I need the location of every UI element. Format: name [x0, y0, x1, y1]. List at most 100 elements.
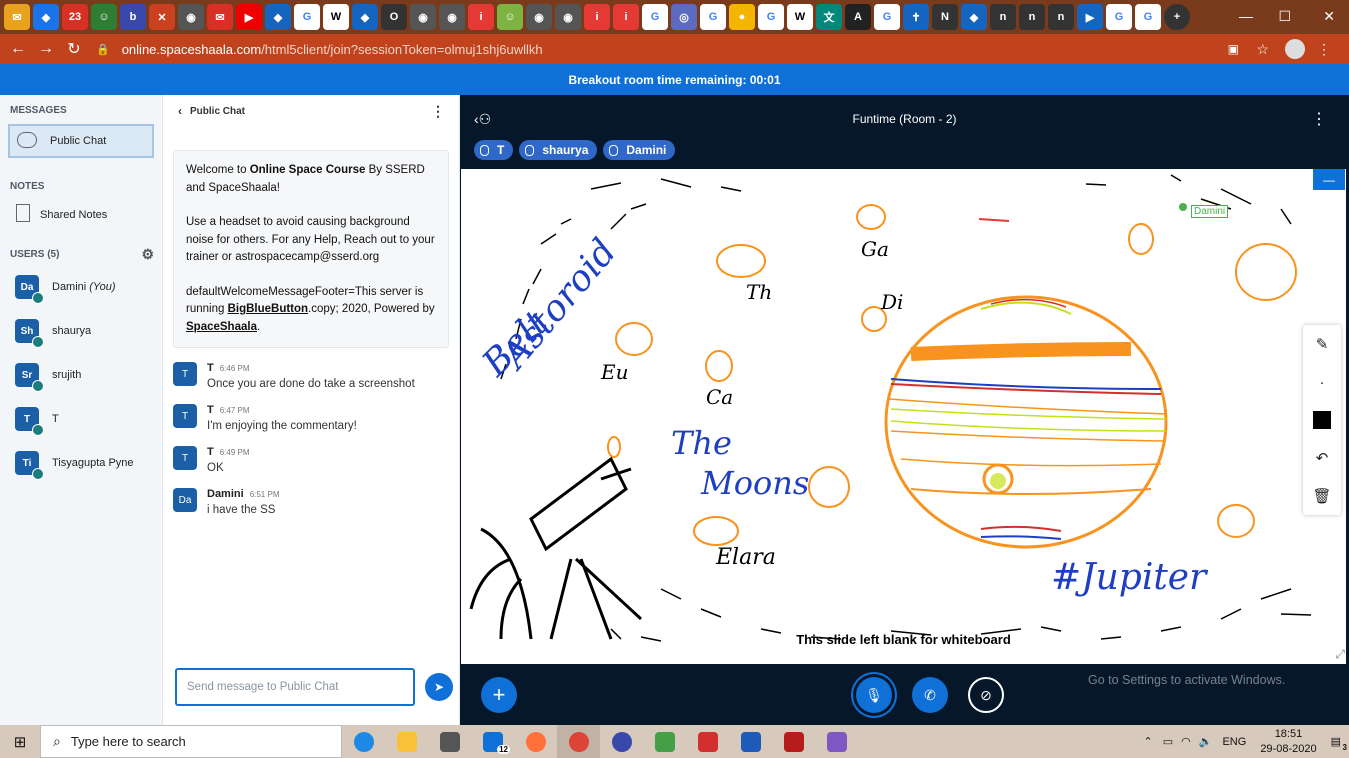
- user-list-item[interactable]: TT: [0, 397, 162, 441]
- bigbluebutton-link[interactable]: BigBlueButton: [228, 303, 308, 315]
- app-icon[interactable]: [643, 725, 686, 758]
- google-tab-icon[interactable]: G: [1106, 4, 1132, 30]
- iop-tab-icon[interactable]: i: [613, 4, 639, 30]
- tab-icon[interactable]: ▶: [1077, 4, 1103, 30]
- thickness-tool-icon[interactable]: ·: [1303, 363, 1341, 401]
- acrobat-icon[interactable]: [686, 725, 729, 758]
- store-icon[interactable]: [428, 725, 471, 758]
- chevron-left-icon[interactable]: ‹: [178, 104, 182, 118]
- taskbar-search[interactable]: ⌕ Type here to search: [40, 725, 342, 758]
- close-window-icon[interactable]: ✕: [1323, 8, 1335, 25]
- windows-start-icon[interactable]: ⊞: [0, 733, 40, 751]
- google-tab-icon[interactable]: G: [758, 4, 784, 30]
- tab-icon[interactable]: 23: [62, 4, 88, 30]
- reload-icon[interactable]: ↻: [60, 39, 88, 59]
- tab-icon[interactable]: ◉: [526, 4, 552, 30]
- undo-icon[interactable]: ↶: [1303, 439, 1341, 477]
- wikipedia-tab-icon[interactable]: W: [787, 4, 813, 30]
- google-tab-icon[interactable]: G: [294, 4, 320, 30]
- options-menu-icon[interactable]: ⋮: [1311, 109, 1327, 129]
- wikipedia-tab-icon[interactable]: W: [323, 4, 349, 30]
- tab-icon[interactable]: ◆: [33, 4, 59, 30]
- youtube-tab-icon[interactable]: ▶: [236, 4, 262, 30]
- clock[interactable]: 18:51 29-08-2020: [1260, 727, 1316, 757]
- tab-icon[interactable]: ✝: [903, 4, 929, 30]
- forward-arrow-icon[interactable]: →: [32, 40, 60, 58]
- tab-icon[interactable]: ◆: [265, 4, 291, 30]
- tab-icon[interactable]: ◉: [555, 4, 581, 30]
- user-list-item[interactable]: Sh shaurya: [0, 309, 162, 353]
- tab-icon[interactable]: ◆: [961, 4, 987, 30]
- send-button[interactable]: ➤: [425, 673, 453, 701]
- profile-avatar[interactable]: [1285, 39, 1305, 59]
- tab-icon[interactable]: ◎: [671, 4, 697, 30]
- shared-notes-item[interactable]: Shared Notes: [10, 202, 152, 228]
- chat-options-icon[interactable]: ⋮: [431, 103, 445, 120]
- tab-icon[interactable]: ✉: [207, 4, 233, 30]
- iop-tab-icon[interactable]: i: [584, 4, 610, 30]
- tab-icon[interactable]: ●: [729, 4, 755, 30]
- firefox-icon[interactable]: [514, 725, 557, 758]
- close-tab-icon[interactable]: ✕: [149, 4, 175, 30]
- user-list-item[interactable]: Da Damini (You): [0, 265, 162, 309]
- gear-icon[interactable]: ⚙: [141, 246, 154, 263]
- chrome-icon[interactable]: [557, 725, 600, 758]
- google-tab-icon[interactable]: G: [874, 4, 900, 30]
- tab-icon[interactable]: ◆: [352, 4, 378, 30]
- phone-button[interactable]: ✆: [912, 677, 948, 713]
- star-icon[interactable]: ☆: [1256, 41, 1269, 58]
- chevron-up-icon[interactable]: ⌃: [1144, 735, 1153, 748]
- browser-menu-icon[interactable]: ⋮: [1317, 41, 1331, 58]
- url-field[interactable]: online.spaceshaala.com/html5client/join?…: [122, 42, 543, 57]
- notification-icon[interactable]: ▤ 3: [1331, 735, 1347, 752]
- tab-icon[interactable]: n: [1048, 4, 1074, 30]
- public-chat-item[interactable]: Public Chat: [8, 124, 154, 158]
- blocked-popup-icon[interactable]: ▣: [1228, 42, 1239, 56]
- app-icon[interactable]: [772, 725, 815, 758]
- tab-icon[interactable]: N: [932, 4, 958, 30]
- gmail-tab-icon[interactable]: ✉: [4, 4, 30, 30]
- pencil-tool-icon[interactable]: ✎: [1303, 325, 1341, 363]
- tab-icon[interactable]: b: [120, 4, 146, 30]
- tab-icon[interactable]: 文: [816, 4, 842, 30]
- snipping-tool-icon[interactable]: [815, 725, 858, 758]
- minimize-icon[interactable]: —: [1239, 8, 1253, 24]
- app-icon[interactable]: [600, 725, 643, 758]
- spaceshaala-link[interactable]: SpaceShaala: [186, 321, 257, 333]
- new-tab-plus-icon[interactable]: +: [1164, 4, 1190, 30]
- whiteboard-slide[interactable]: Astoroid Belt The Moons #Jupiter Ga Di T…: [461, 169, 1346, 664]
- fullscreen-icon[interactable]: ⤢: [1335, 647, 1345, 662]
- tab-icon[interactable]: n: [990, 4, 1016, 30]
- tab-icon[interactable]: A: [845, 4, 871, 30]
- battery-icon[interactable]: ▭: [1163, 735, 1173, 748]
- tab-icon[interactable]: ◉: [439, 4, 465, 30]
- trash-icon[interactable]: 🗑: [1303, 477, 1341, 515]
- tab-icon[interactable]: ☺: [497, 4, 523, 30]
- iop-tab-icon[interactable]: i: [468, 4, 494, 30]
- chat-message-input[interactable]: Send message to Public Chat: [175, 668, 415, 706]
- tab-icon[interactable]: n: [1019, 4, 1045, 30]
- wifi-icon[interactable]: ◠: [1181, 735, 1191, 748]
- language-indicator[interactable]: ENG: [1222, 736, 1246, 748]
- tab-icon[interactable]: O: [381, 4, 407, 30]
- volume-icon[interactable]: 🔈: [1199, 735, 1213, 748]
- user-list-item[interactable]: Ti Tisyagupta Pyne: [0, 441, 162, 485]
- mail-icon[interactable]: 12: [471, 725, 514, 758]
- edge-icon[interactable]: [342, 725, 385, 758]
- tab-icon[interactable]: ◉: [178, 4, 204, 30]
- color-tool[interactable]: [1303, 401, 1341, 439]
- maximize-icon[interactable]: ☐: [1278, 8, 1291, 25]
- minimize-presentation-button[interactable]: —: [1313, 169, 1345, 190]
- user-list-item[interactable]: Sr srujith: [0, 353, 162, 397]
- file-explorer-icon[interactable]: [385, 725, 428, 758]
- google-tab-icon[interactable]: G: [700, 4, 726, 30]
- google-tab-icon[interactable]: G: [1135, 4, 1161, 30]
- tab-icon[interactable]: ◉: [410, 4, 436, 30]
- word-icon[interactable]: [729, 725, 772, 758]
- back-arrow-icon[interactable]: ←: [4, 40, 32, 58]
- tab-icon[interactable]: ☺: [91, 4, 117, 30]
- camera-off-button[interactable]: ⊘: [968, 677, 1004, 713]
- mic-button[interactable]: 🎙: [856, 677, 892, 713]
- actions-plus-button[interactable]: +: [481, 677, 517, 713]
- google-tab-icon[interactable]: G: [642, 4, 668, 30]
